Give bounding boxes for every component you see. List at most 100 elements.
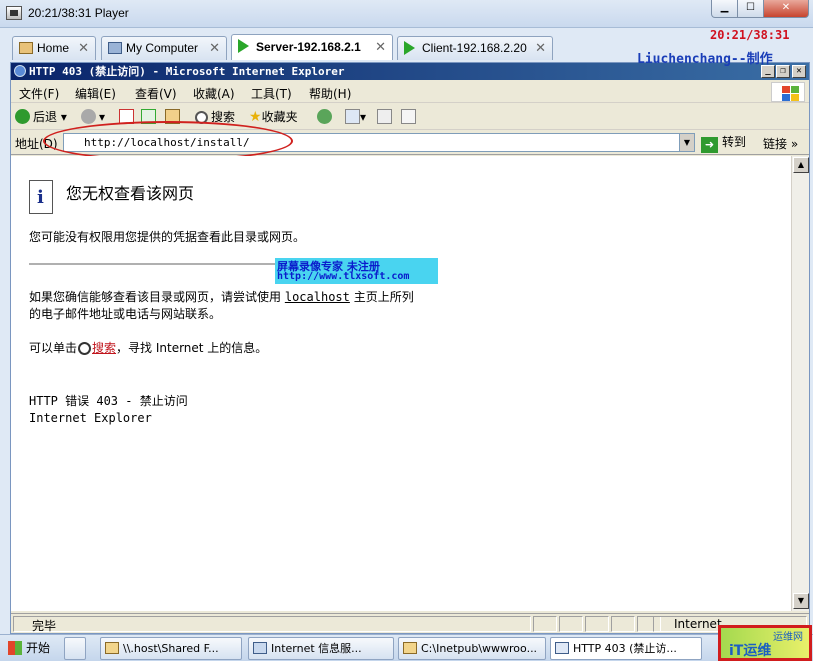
home-icon xyxy=(19,42,33,54)
menu-edit[interactable]: 编辑(E) xyxy=(75,85,116,102)
status-text-cell: 完毕 xyxy=(13,616,531,633)
tab-label: My Computer xyxy=(126,41,199,55)
error-source: Internet Explorer xyxy=(29,411,152,425)
status-cell xyxy=(611,616,635,632)
scroll-down-button[interactable]: ▼ xyxy=(793,593,809,609)
site-logo-watermark: 运维网 iT运维 xyxy=(718,625,812,661)
taskbar-item-inetpub[interactable]: C:\Inetpub\wwwroo... xyxy=(398,637,546,660)
start-button[interactable]: 开始 xyxy=(6,638,50,658)
logo-line1: 运维网 xyxy=(773,632,803,643)
status-bar: 完毕 Internet xyxy=(11,613,809,633)
search-text: 可以单击 搜索，寻找 Internet 上的信息。 xyxy=(29,340,267,357)
vm-running-icon xyxy=(404,41,415,55)
player-app-icon xyxy=(6,6,22,20)
windows-logo-icon xyxy=(771,82,805,102)
contact-text-b: 主页上所列 xyxy=(353,290,414,304)
favorites-button[interactable]: ★收藏夹 xyxy=(249,108,298,126)
vm-running-icon xyxy=(238,39,249,53)
menu-view[interactable]: 查看(V) xyxy=(135,85,177,102)
search-text-a: 可以单击 xyxy=(29,341,78,355)
search-icon xyxy=(78,342,92,355)
player-minimize-button[interactable]: ▁ xyxy=(711,0,738,18)
status-cell xyxy=(533,616,557,632)
status-cell xyxy=(585,616,609,632)
player-close-button[interactable]: ✕ xyxy=(763,0,809,18)
error-code: HTTP 错误 403 - 禁止访问 xyxy=(29,394,188,408)
star-icon: ★ xyxy=(249,109,262,125)
menu-favorites[interactable]: 收藏(A) xyxy=(193,85,235,102)
start-label: 开始 xyxy=(26,641,51,655)
ie-window: HTTP 403 (禁止访问) - Microsoft Internet Exp… xyxy=(10,52,810,634)
iis-icon xyxy=(253,642,267,654)
quick-launch-ie[interactable] xyxy=(64,637,86,660)
menu-help[interactable]: 帮助(H) xyxy=(309,85,351,102)
folder-icon xyxy=(105,642,119,654)
print-icon xyxy=(377,109,392,124)
tab-label: Server-192.168.2.1 xyxy=(256,40,361,54)
menu-bar: 文件(F) 编辑(E) 查看(V) 收藏(A) 工具(T) 帮助(H) xyxy=(11,81,809,103)
status-text: 完毕 xyxy=(32,619,57,633)
edit-button[interactable] xyxy=(401,108,416,126)
close-icon[interactable]: ✕ xyxy=(209,37,220,59)
history-icon xyxy=(317,109,332,124)
taskbar-item-shared-folder[interactable]: \\.host\Shared F... xyxy=(100,637,242,660)
recorder-watermark: 屏幕录像专家 未注册 http://www.tlxsoft.com xyxy=(275,258,438,284)
taskbar-item-label: \\.host\Shared F... xyxy=(123,642,219,655)
go-arrow-icon: ➜ xyxy=(701,137,718,153)
windows-flag-icon xyxy=(8,641,22,655)
links-button[interactable]: 链接 » xyxy=(763,135,798,152)
scroll-up-button[interactable]: ▲ xyxy=(793,157,809,173)
ie-title-bar: HTTP 403 (禁止访问) - Microsoft Internet Exp… xyxy=(11,52,809,80)
address-bar: 地址(D) http://localhost/install/ ▼ ➜ 转到 链接… xyxy=(11,121,809,161)
logo-line2: iT运维 xyxy=(729,643,772,659)
search-text-b: ，寻找 Internet 上的信息。 xyxy=(116,341,268,355)
highlight-annotation xyxy=(43,121,293,161)
tab-server[interactable]: Server-192.168.2.1 ✕ xyxy=(231,34,393,60)
mail-icon xyxy=(345,109,360,124)
computer-icon xyxy=(108,42,122,54)
back-button[interactable]: 后退 ▾ xyxy=(15,108,67,126)
mail-button[interactable]: ▾ xyxy=(345,108,366,126)
ie-page-icon xyxy=(555,642,569,654)
folder-icon xyxy=(403,642,417,654)
status-cell xyxy=(559,616,583,632)
go-button[interactable]: ➜ 转到 xyxy=(701,133,746,153)
localhost-link[interactable]: localhost xyxy=(285,290,350,304)
contact-text-a: 如果您确信能够查看该目录或网页，请尝试使用 xyxy=(29,290,282,304)
vertical-scrollbar[interactable]: ▲ ▼ xyxy=(791,156,809,611)
tab-label: Client-192.168.2.20 xyxy=(422,41,527,55)
player-title-bar: 20:21/38:31 Player ▁ ☐ ✕ xyxy=(0,0,813,28)
history-button[interactable] xyxy=(317,108,335,126)
author-credit-overlay: Liuchenchang--制作 xyxy=(637,52,773,67)
tab-label: Home xyxy=(37,41,70,55)
close-icon[interactable]: ✕ xyxy=(78,37,89,59)
address-dropdown-button[interactable]: ▼ xyxy=(679,133,695,152)
menu-file[interactable]: 文件(F) xyxy=(19,85,59,102)
taskbar-item-ie[interactable]: HTTP 403 (禁止访... xyxy=(550,637,702,660)
taskbar-item-iis[interactable]: Internet 信息服... xyxy=(248,637,394,660)
favorites-label: 收藏夹 xyxy=(261,110,298,124)
page-title: 您无权查看该网页 xyxy=(66,184,195,203)
ie-close-button[interactable]: ✕ xyxy=(792,65,806,78)
edit-icon xyxy=(401,109,416,124)
contact-text-c: 的电子邮件地址或电话与网站联系。 xyxy=(29,307,222,321)
close-icon[interactable]: ✕ xyxy=(535,37,546,59)
back-arrow-icon xyxy=(15,109,30,124)
player-maximize-button[interactable]: ☐ xyxy=(737,0,764,18)
ie-icon xyxy=(14,65,26,77)
page-content: 您无权查看该网页 您可能没有权限用您提供的凭据查看此目录或网页。 屏幕录像专家 … xyxy=(11,156,791,611)
links-label: 链接 xyxy=(763,137,788,151)
menu-tools[interactable]: 工具(T) xyxy=(251,85,292,102)
tab-my-computer[interactable]: My Computer ✕ xyxy=(101,36,227,60)
ie-restore-button[interactable]: ❐ xyxy=(776,65,790,78)
print-button[interactable] xyxy=(377,108,392,126)
back-label: 后退 xyxy=(33,110,58,124)
contact-text: 如果您确信能够查看该目录或网页，请尝试使用 localhost 主页上所列 的电… xyxy=(29,289,414,323)
tab-client[interactable]: Client-192.168.2.20 ✕ xyxy=(397,36,553,60)
recording-time-overlay: 20:21/38:31 xyxy=(710,28,790,42)
close-icon[interactable]: ✕ xyxy=(375,35,386,59)
watermark-line2: http://www.tlxsoft.com xyxy=(277,271,410,282)
search-link[interactable]: 搜索 xyxy=(92,341,116,355)
info-icon xyxy=(29,180,53,214)
tab-home[interactable]: Home ✕ xyxy=(12,36,96,60)
